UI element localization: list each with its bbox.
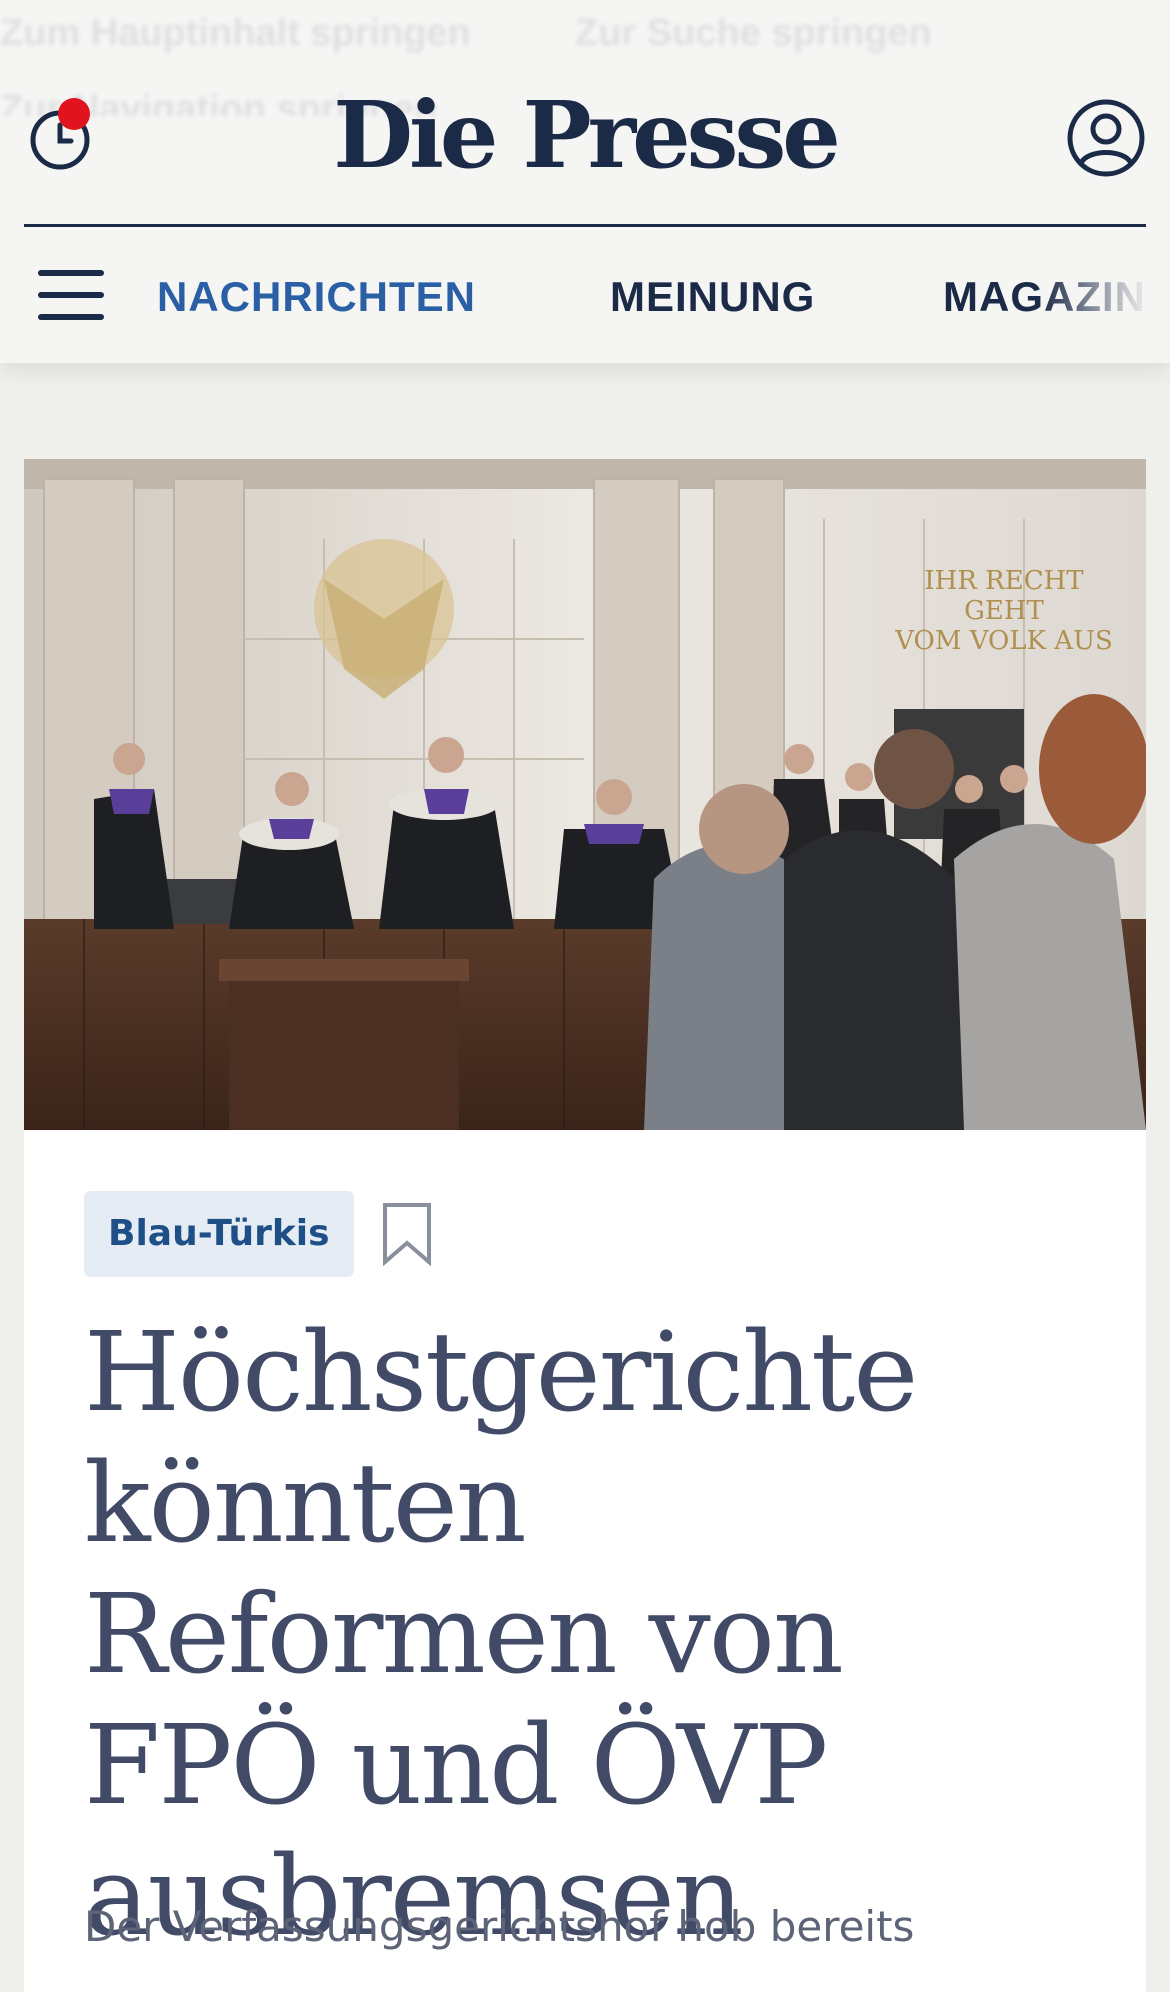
- courtroom-photo: IHR RECHT GEHT VOM VOLK AUS: [24, 459, 1146, 1130]
- skip-link-main[interactable]: Zum Hauptinhalt springen: [0, 12, 471, 55]
- user-circle-icon: [1067, 99, 1145, 177]
- article-card[interactable]: IHR RECHT GEHT VOM VOLK AUS Blau-Türkis …: [24, 459, 1146, 1992]
- nav-item-nachrichten[interactable]: NACHRICHTEN: [157, 272, 476, 322]
- article-tag[interactable]: Blau-Türkis: [84, 1191, 354, 1277]
- svg-text:VOM VOLK AUS: VOM VOLK AUS: [894, 626, 1113, 656]
- nav-scroll-fade: [1040, 266, 1170, 326]
- skip-link-search[interactable]: Zur Suche springen: [575, 12, 932, 55]
- bookmark-button[interactable]: [380, 1201, 434, 1267]
- article-headline[interactable]: Höchstgerichte könnten Reformen von FPÖ …: [84, 1307, 1084, 1962]
- site-header: Zum Hauptinhalt springen Zur Suche sprin…: [0, 0, 1170, 363]
- svg-text:GEHT: GEHT: [964, 596, 1044, 626]
- site-logo[interactable]: Die Presse: [0, 80, 1170, 190]
- main-nav: NACHRICHTEN MEINUNG MAGAZIN: [0, 266, 1170, 326]
- article-teaser: Der Verfassungsgerichtshof hob bereits: [84, 1902, 915, 1951]
- nav-item-meinung[interactable]: MEINUNG: [610, 272, 815, 322]
- header-divider: [24, 224, 1146, 227]
- account-button[interactable]: [1066, 98, 1146, 178]
- svg-text:IHR RECHT: IHR RECHT: [924, 566, 1084, 596]
- hero-image[interactable]: IHR RECHT GEHT VOM VOLK AUS: [24, 459, 1146, 1130]
- bookmark-icon: [383, 1203, 431, 1267]
